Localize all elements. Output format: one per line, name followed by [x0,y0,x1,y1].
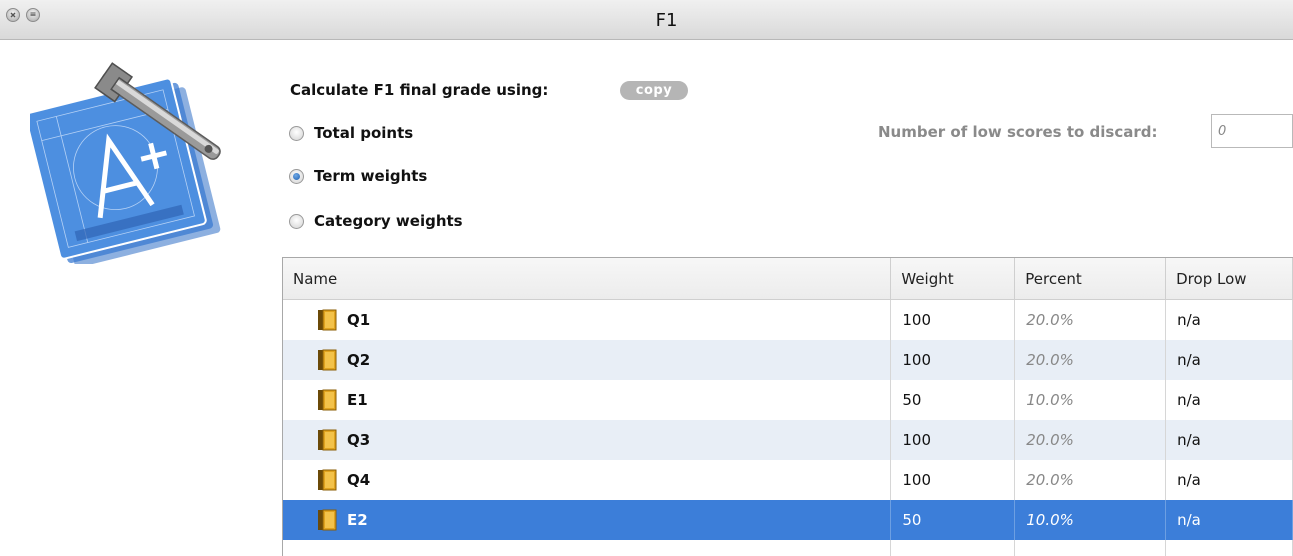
table-row[interactable]: Q1 100 20.0% n/a [283,300,1293,340]
option-term-weights[interactable]: Term weights [289,167,427,185]
table-row[interactable]: Q4 100 20.0% n/a [283,460,1293,500]
table-row[interactable]: E1 50 10.0% n/a [283,380,1293,420]
book-icon [318,429,337,451]
weight-cell[interactable]: 50 [891,500,1016,540]
option-category-weights[interactable]: Category weights [289,212,463,230]
empty-cell [1015,540,1167,556]
table-header: Name Weight Percent Drop Low [283,258,1293,300]
drop-low-cell[interactable]: n/a [1166,300,1293,340]
name-cell: E2 [283,500,892,540]
percent-cell: 20.0% [1015,340,1167,380]
term-name: Q2 [347,351,371,369]
weight-cell[interactable]: 100 [891,340,1016,380]
option-label: Total points [314,124,414,142]
column-header-percent[interactable]: Percent [1015,258,1167,299]
drop-low-cell[interactable]: n/a [1166,500,1293,540]
empty-cell [891,540,1016,556]
column-header-weight[interactable]: Weight [891,258,1016,299]
column-header-name[interactable]: Name [283,258,892,299]
table-row-empty [283,540,1293,556]
weight-cell[interactable]: 100 [891,460,1016,500]
option-total-points[interactable]: Total points [289,124,413,142]
name-cell: E1 [283,380,892,420]
weight-cell[interactable]: 100 [891,300,1016,340]
book-icon [318,509,337,531]
term-name: E2 [347,511,368,529]
option-label: Term weights [314,167,428,185]
term-name: Q4 [347,471,371,489]
discard-label: Number of low scores to discard: [878,123,1158,141]
copy-button[interactable]: copy [620,81,688,100]
column-header-drop-low[interactable]: Drop Low [1166,258,1293,299]
drop-low-cell[interactable]: n/a [1166,340,1293,380]
book-icon [318,349,337,371]
drop-low-cell[interactable]: n/a [1166,420,1293,460]
term-name: Q1 [347,311,371,329]
terms-table: Name Weight Percent Drop Low Q1 100 20.0… [282,257,1293,556]
option-label: Category weights [314,212,463,230]
term-name: E1 [347,391,368,409]
book-icon [318,389,337,411]
book-icon [318,469,337,491]
name-cell: Q3 [283,420,892,460]
table-row[interactable]: Q2 100 20.0% n/a [283,340,1293,380]
weight-cell[interactable]: 100 [891,420,1016,460]
drop-low-cell[interactable]: n/a [1166,380,1293,420]
grade-method-heading: Calculate F1 final grade using: [290,81,549,99]
name-cell: Q4 [283,460,892,500]
radio-button[interactable] [289,213,304,229]
term-name: Q3 [347,431,371,449]
title-bar: F1 [0,0,1293,40]
name-cell: Q2 [283,340,892,380]
book-icon [318,309,337,331]
percent-cell: 10.0% [1015,380,1167,420]
window-title: F1 [655,10,678,31]
empty-cell [283,540,892,556]
percent-cell: 10.0% [1015,500,1167,540]
radio-button-selected[interactable] [289,168,304,184]
table-row-selected[interactable]: E2 50 10.0% n/a [283,500,1293,540]
weight-cell[interactable]: 50 [891,380,1016,420]
empty-cell [1166,540,1293,556]
table-row[interactable]: Q3 100 20.0% n/a [283,420,1293,460]
drop-low-cell[interactable]: n/a [1166,460,1293,500]
percent-cell: 20.0% [1015,460,1167,500]
discard-count-input[interactable]: 0 [1211,114,1293,148]
gradebook-app-icon [30,62,221,264]
radio-button[interactable] [289,125,304,141]
name-cell: Q1 [283,300,892,340]
percent-cell: 20.0% [1015,300,1167,340]
percent-cell: 20.0% [1015,420,1167,460]
